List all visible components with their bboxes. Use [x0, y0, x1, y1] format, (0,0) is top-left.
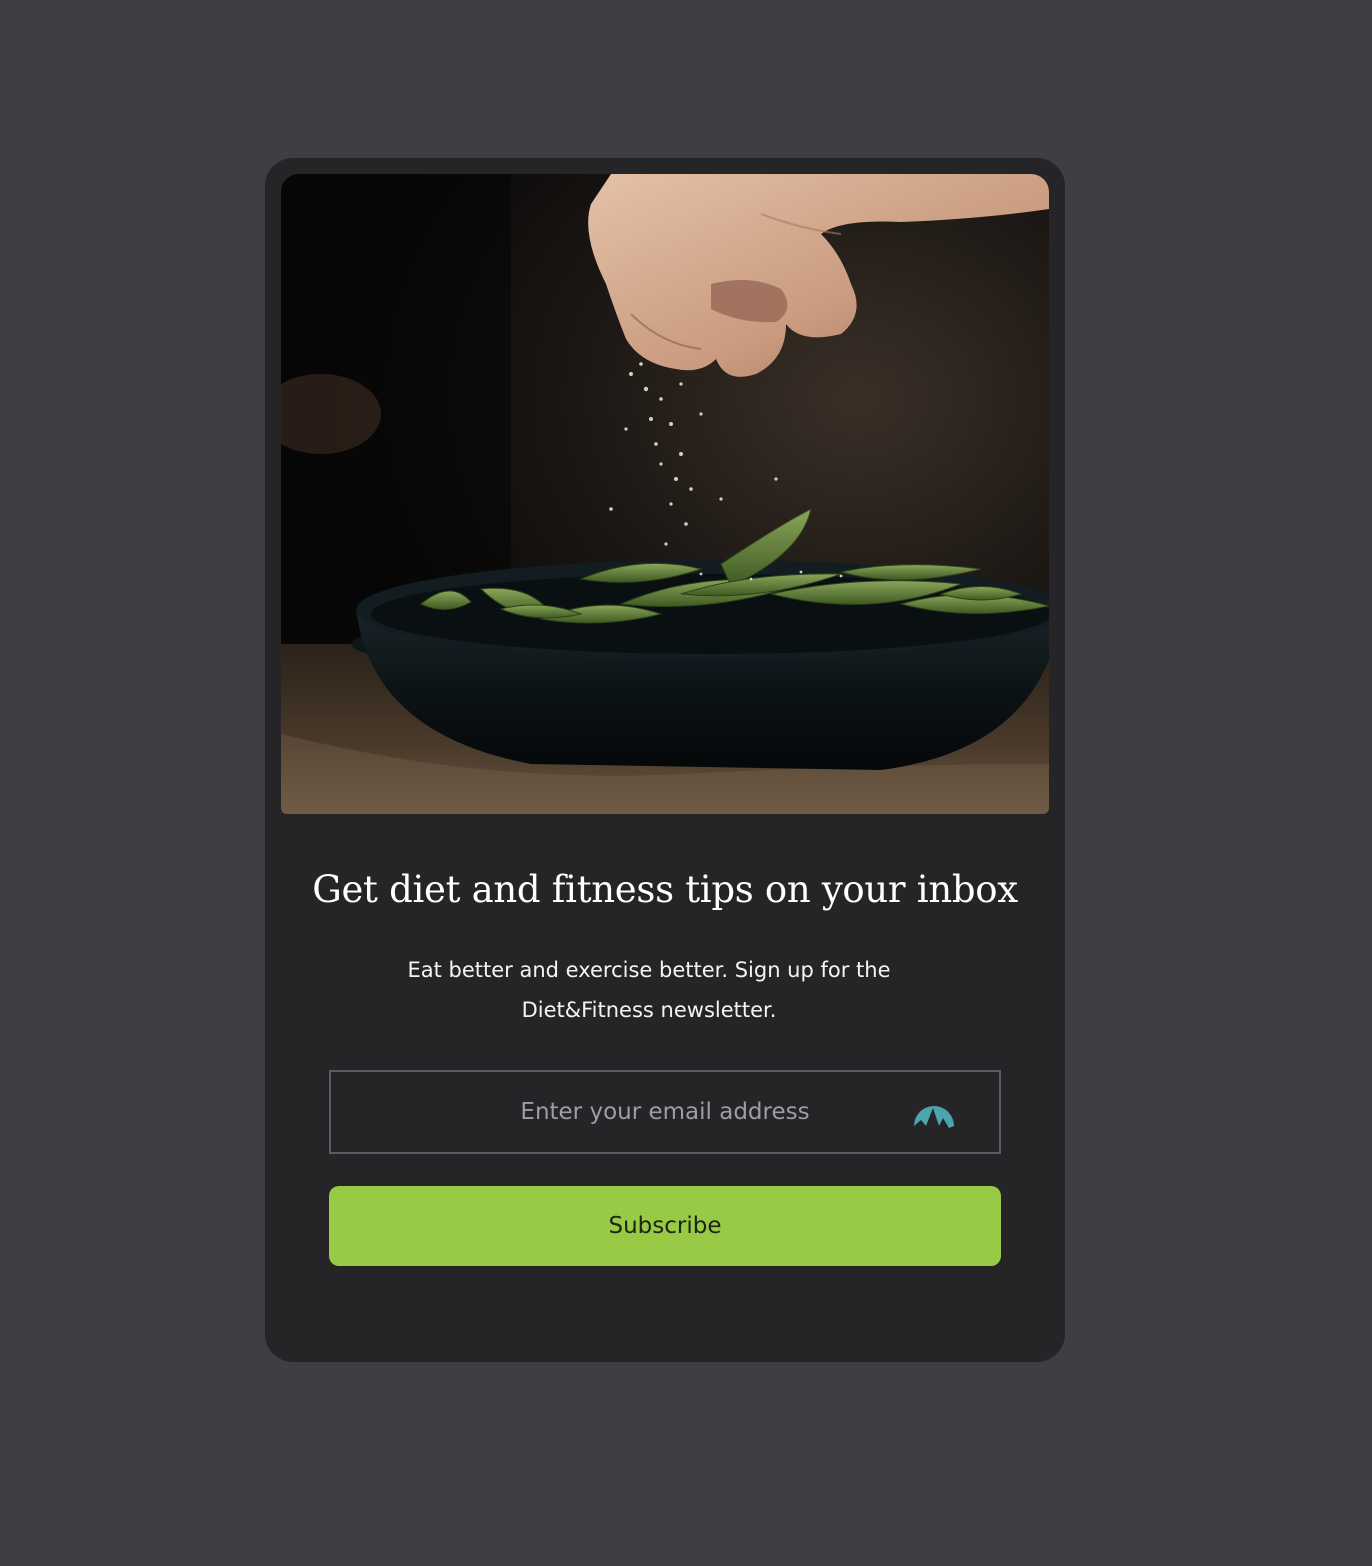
hero-image — [281, 174, 1049, 814]
newsletter-description: Eat better and exercise better. Sign up … — [407, 958, 891, 1022]
email-input[interactable] — [331, 1072, 999, 1152]
newsletter-card: Get diet and fitness tips on your inbox … — [265, 158, 1065, 1362]
newsletter-title: Get diet and fitness tips on your inbox — [312, 868, 1018, 911]
email-field-container — [329, 1070, 1001, 1154]
subscribe-button[interactable]: Subscribe — [329, 1186, 1001, 1266]
vpn-shield-icon[interactable] — [913, 1094, 955, 1130]
